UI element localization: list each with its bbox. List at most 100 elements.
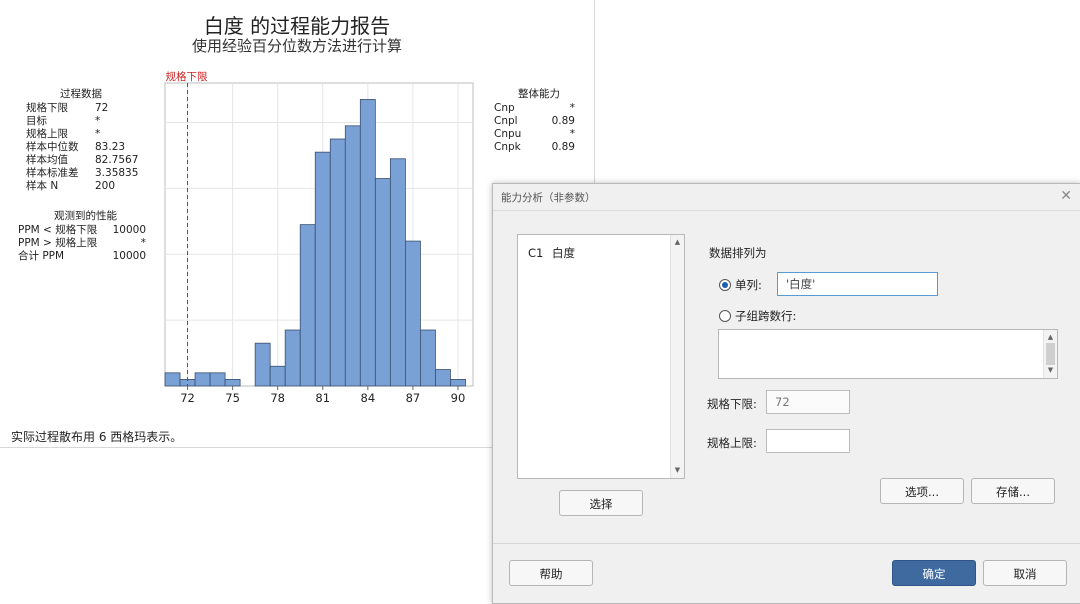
- stat-value: *: [95, 115, 101, 127]
- stat-row: 样本中位数 83.23: [26, 141, 166, 154]
- close-icon[interactable]: ✕: [1060, 188, 1072, 204]
- stat-value: *: [140, 237, 146, 249]
- histogram-bar: [194, 372, 211, 387]
- process-data-header: 过程数据: [60, 88, 102, 100]
- stat-value: 0.89: [551, 115, 575, 127]
- capability-analysis-dialog: 能力分析（非参数） ✕ C1 白度 ▲ ▼ 选择 数据排列为 单列: '白度' 子…: [492, 183, 1080, 604]
- overall-header: 整体能力: [518, 88, 560, 100]
- stat-label: Cnpk: [494, 141, 521, 153]
- stat-label: Cnpl: [494, 115, 518, 127]
- stat-label: 样本标准差: [26, 167, 79, 179]
- x-tick-label: 81: [315, 391, 330, 405]
- stat-row: 样本均值 82.7567: [26, 154, 166, 167]
- list-item[interactable]: C1 白度: [528, 245, 575, 261]
- observed-header: 观测到的性能: [54, 210, 117, 222]
- stat-value: 72: [95, 102, 109, 114]
- variable-column-id: C1: [528, 246, 544, 260]
- select-button[interactable]: 选择: [559, 490, 643, 516]
- single-column-label: 单列:: [735, 278, 762, 292]
- lsl-label: 规格下限:: [707, 397, 757, 411]
- histogram-bar: [420, 329, 436, 387]
- stat-value: 10000: [112, 250, 146, 262]
- lsl-input[interactable]: 72: [766, 390, 850, 414]
- stat-value: 3.35835: [95, 167, 139, 179]
- histogram-bar: [389, 158, 406, 387]
- scroll-down-icon[interactable]: ▼: [1044, 365, 1057, 376]
- histogram-bar: [164, 372, 181, 387]
- histogram-bar: [435, 369, 451, 387]
- scroll-up-icon[interactable]: ▲: [1044, 332, 1057, 343]
- subgroups-textarea[interactable]: ▲ ▼: [718, 329, 1058, 379]
- overall-capability-table: 整体能力 Cnp * Cnpl 0.89 Cnpu * Cnpk 0.89: [494, 86, 584, 154]
- process-data-table: 过程数据 规格下限 72 目标 * 规格上限 * 样本中位数 83.23 样本均值 82.…: [26, 86, 166, 193]
- ok-button[interactable]: 确定: [892, 560, 976, 586]
- histogram-bar: [269, 365, 286, 387]
- report-footnote: 实际过程散布用 6 西格玛表示。: [11, 430, 183, 444]
- storage-button[interactable]: 存储...: [971, 478, 1055, 504]
- histogram-bar: [344, 125, 361, 387]
- stat-row: Cnpl 0.89: [494, 115, 584, 128]
- histogram-bar: [299, 224, 316, 387]
- usl-input[interactable]: [766, 429, 850, 453]
- stat-row: Cnpu *: [494, 128, 584, 141]
- stat-label: 规格上限: [26, 128, 68, 140]
- stat-label: PPM < 规格下限: [18, 224, 98, 236]
- histogram-bar: [209, 372, 226, 387]
- stat-row: Cnpk 0.89: [494, 141, 584, 154]
- dialog-title: 能力分析（非参数）: [501, 192, 596, 204]
- histogram-bar: [284, 329, 301, 387]
- usl-label: 规格上限:: [707, 436, 757, 450]
- stat-value: 83.23: [95, 141, 126, 153]
- observed-performance-table: 观测到的性能 PPM < 规格下限 10000 PPM > 规格上限 * 合计 PP…: [18, 208, 153, 263]
- stat-label: Cnp: [494, 102, 515, 114]
- stat-row: 规格上限 *: [26, 128, 166, 141]
- stat-value: 10000: [112, 224, 146, 236]
- x-tick-label: 75: [225, 391, 240, 405]
- stat-label: PPM > 规格上限: [18, 237, 98, 249]
- stat-label: 样本均值: [26, 154, 68, 166]
- help-button[interactable]: 帮助: [509, 560, 593, 586]
- list-scrollbar[interactable]: ▲ ▼: [670, 235, 684, 478]
- x-tick-label: 90: [451, 391, 466, 405]
- stat-row: PPM < 规格下限 10000: [18, 224, 153, 237]
- stat-row: 样本标准差 3.35835: [26, 167, 166, 180]
- stat-row: 目标 *: [26, 115, 166, 128]
- variable-list[interactable]: C1 白度 ▲ ▼: [517, 234, 685, 479]
- stat-row: Cnp *: [494, 102, 584, 115]
- histogram-chart: 规格下限 72 75 78 81 84 87 90: [164, 70, 474, 405]
- histogram-bar: [374, 178, 391, 387]
- stat-value: *: [569, 102, 575, 114]
- scroll-down-icon[interactable]: ▼: [671, 465, 684, 476]
- stat-value: *: [569, 128, 575, 140]
- stat-label: 规格下限: [26, 102, 68, 114]
- single-column-radio[interactable]: [719, 279, 731, 291]
- stat-label: 样本中位数: [26, 141, 79, 153]
- histogram-bar: [224, 379, 241, 387]
- histogram-bar: [254, 342, 271, 387]
- stat-row: 规格下限 72: [26, 102, 166, 115]
- lsl-reference-label: 规格下限: [166, 70, 208, 83]
- textarea-scrollbar[interactable]: ▲ ▼: [1043, 330, 1057, 378]
- histogram-bar: [404, 240, 421, 387]
- scroll-up-icon[interactable]: ▲: [671, 237, 684, 248]
- histogram-bar: [329, 138, 346, 387]
- cancel-button[interactable]: 取消: [983, 560, 1067, 586]
- stat-value: 200: [95, 180, 116, 192]
- stat-label: 目标: [26, 115, 47, 127]
- x-tick-label: 87: [406, 391, 421, 405]
- dialog-titlebar: 能力分析（非参数） ✕: [493, 184, 1080, 211]
- stat-value: *: [95, 128, 101, 140]
- stat-row: PPM > 规格上限 *: [18, 237, 153, 250]
- single-column-input[interactable]: '白度': [777, 272, 938, 296]
- scrollbar-thumb[interactable]: [1046, 343, 1055, 365]
- subgroups-radio[interactable]: [719, 310, 731, 322]
- stat-row: 样本 N 200: [26, 180, 166, 193]
- options-button[interactable]: 选项...: [880, 478, 964, 504]
- x-tick-label: 78: [270, 391, 285, 405]
- stat-label: 合计 PPM: [18, 250, 65, 262]
- stat-label: Cnpu: [494, 128, 522, 140]
- dialog-separator: [493, 543, 1080, 544]
- stat-value: 82.7567: [95, 154, 139, 166]
- histogram-bar: [359, 99, 376, 387]
- stat-row: 合计 PPM 10000: [18, 250, 153, 263]
